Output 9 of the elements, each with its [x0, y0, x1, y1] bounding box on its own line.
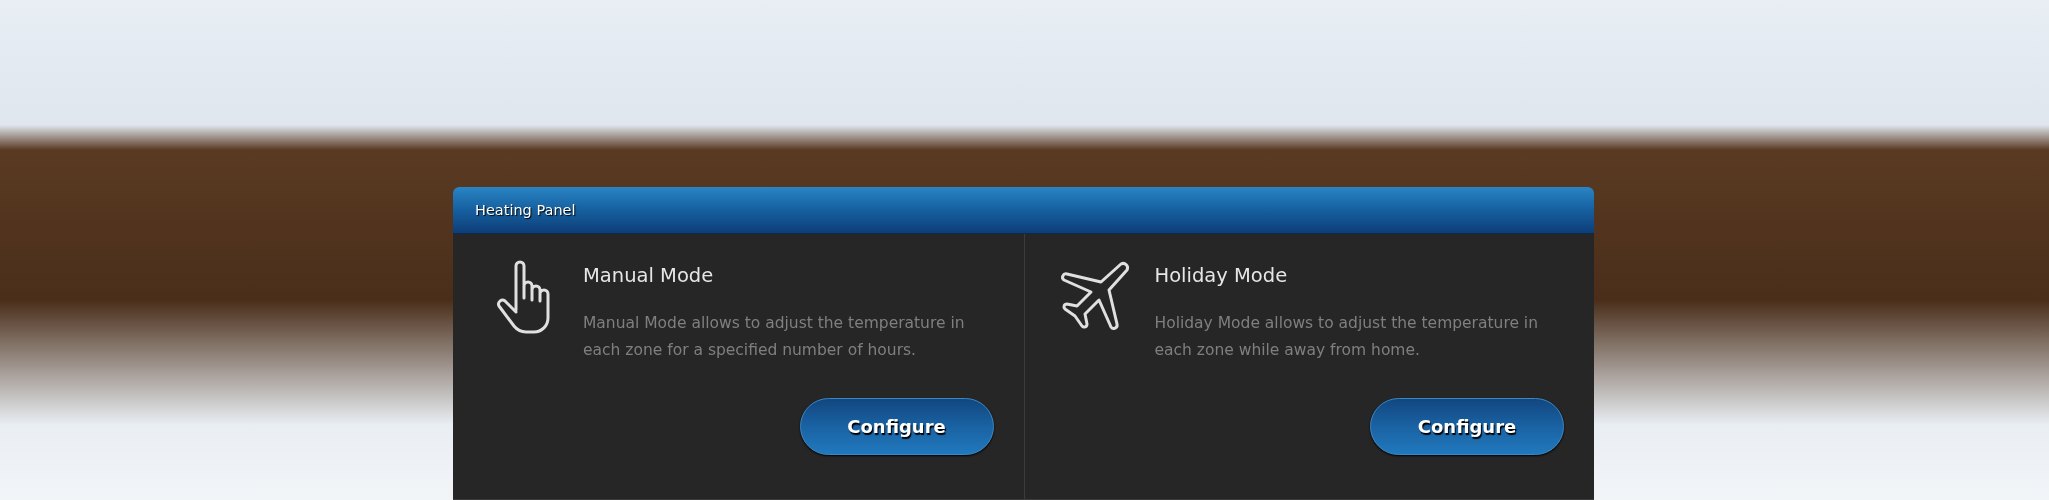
- configure-button[interactable]: Configure: [1370, 398, 1564, 455]
- mode-title: Holiday Mode: [1154, 264, 1289, 288]
- mode-title: Manual Mode: [583, 264, 715, 288]
- configure-button[interactable]: Configure: [799, 398, 994, 455]
- airplane-icon: [1058, 260, 1131, 332]
- mode-description: Manual Mode allows to adjust the temperature in each zone for a specified number of hours.: [583, 313, 966, 361]
- mode-description: Holiday Mode allows to adjust the temperature in each zone while away from home.: [1154, 313, 1539, 361]
- pointing-hand-icon: [496, 260, 550, 334]
- panel-title: Heating Panel: [475, 202, 576, 218]
